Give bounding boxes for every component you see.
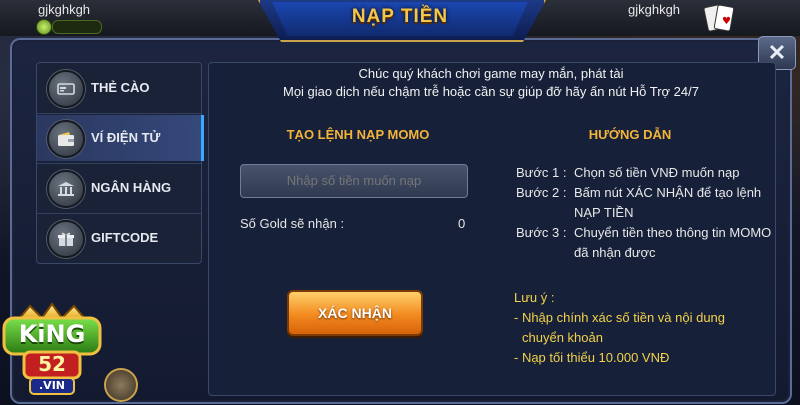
sidebar-item-ewallet[interactable]: VÍ ĐIỆN TỬ — [37, 115, 204, 161]
payment-method-sidebar: THẺ CÀO VÍ ĐIỆN TỬ NGÂN HÀNG GIFTCODE — [36, 62, 204, 264]
balance-bar — [52, 20, 102, 34]
sidebar-item-label: NGÂN HÀNG — [91, 180, 172, 195]
sidebar-divider — [37, 113, 201, 114]
sidebar-item-label: VÍ ĐIỆN TỬ — [91, 130, 161, 145]
svg-text:♥: ♥ — [722, 16, 731, 27]
note-line: - Nhập chính xác số tiền và nội dung — [514, 310, 726, 325]
step-text: Chọn số tiền VNĐ muốn nạp — [574, 165, 740, 180]
dialog-title: NẠP TIỀN — [351, 6, 449, 27]
guide-steps: Bước 1 : Chọn số tiền VNĐ muốn nạp Bước 2… — [516, 163, 774, 263]
step-key: Bước 3 : — [516, 225, 567, 240]
username-left: gjkghkgh — [38, 2, 91, 17]
step-key: Bước 2 : — [516, 185, 567, 200]
sidebar-item-label: THẺ CÀO — [91, 80, 150, 95]
logo-text-king: KiNG — [18, 320, 86, 348]
sidebar-item-bank[interactable]: NGÂN HÀNG — [37, 165, 201, 211]
step-key: Bước 1 : — [516, 165, 567, 180]
gift-icon — [47, 220, 85, 258]
username-right: gjkghkgh — [628, 2, 681, 17]
guide-step: Bước 1 : Chọn số tiền VNĐ muốn nạp — [516, 163, 774, 183]
confirm-button[interactable]: XÁC NHẬN — [287, 290, 423, 336]
step-text: Bấm nút XÁC NHẬN để tạo lệnh NẠP TIỀN — [574, 185, 762, 220]
sidebar-divider — [37, 213, 201, 214]
coin-icon — [36, 19, 52, 35]
logo-text-vin: .VIN — [39, 379, 65, 392]
note-line: - Nạp tối thiểu 10.000 VNĐ — [514, 350, 670, 365]
card-reader-icon — [47, 70, 85, 108]
sidebar-item-card[interactable]: THẺ CÀO — [37, 65, 201, 111]
guide-step: Bước 3 : Chuyển tiền theo thông tin MOMO … — [516, 223, 774, 263]
greeting-line-1: Chúc quý khách chơi game may mắn, phát t… — [358, 66, 624, 81]
king52-logo: KiNG 52 .VIN — [0, 300, 104, 400]
bank-icon — [47, 170, 85, 208]
guide-heading: HƯỚNG DẪN — [588, 127, 672, 142]
guide-step: Bước 2 : Bấm nút XÁC NHẬN để tạo lệnh NẠP… — [516, 183, 774, 223]
gold-label: Số Gold sẽ nhận : — [240, 216, 345, 231]
form-heading: TẠO LỆNH NẠP MOMO — [286, 127, 430, 142]
playing-cards-icon: ♥ — [703, 4, 735, 32]
logo-text-52: 52 — [38, 352, 66, 376]
greeting-line-2: Mọi giao dịch nếu chậm trễ hoặc cần sự g… — [283, 84, 699, 99]
sidebar-item-giftcode[interactable]: GIFTCODE — [37, 215, 201, 261]
step-text: Chuyển tiền theo thông tin MOMO đã nhận … — [574, 225, 772, 260]
wallet-icon — [47, 120, 85, 158]
amount-input[interactable] — [240, 164, 468, 198]
notes-title: Lưu ý : — [514, 290, 555, 305]
sidebar-divider — [37, 163, 201, 164]
note-line: chuyển khoản — [522, 330, 603, 345]
sidebar-item-label: GIFTCODE — [91, 230, 159, 245]
notes-section: Lưu ý : - Nhập chính xác số tiền và nội … — [514, 288, 725, 368]
avatar[interactable] — [104, 368, 138, 402]
gold-value: 0 — [458, 216, 466, 231]
